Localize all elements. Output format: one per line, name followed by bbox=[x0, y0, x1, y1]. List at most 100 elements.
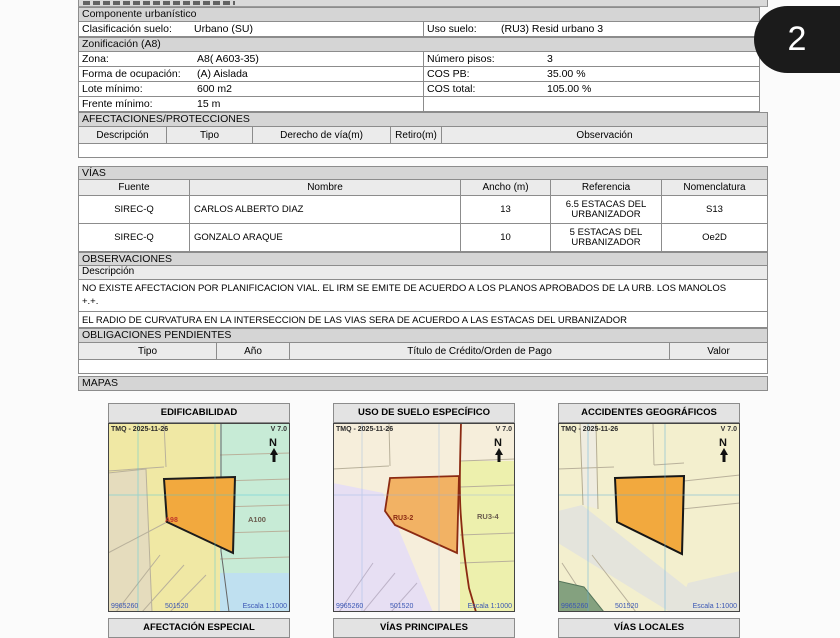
col-referencia: Referencia bbox=[551, 180, 662, 195]
col-tipo: Tipo bbox=[79, 343, 217, 359]
map-title: ACCIDENTES GEOGRÁFICOS bbox=[558, 403, 740, 423]
section-observaciones: OBSERVACIONES Descripción NO EXISTE AFEC… bbox=[78, 252, 768, 328]
observacion-text: EL RADIO DE CURVATURA EN LA INTERSECCION… bbox=[82, 315, 627, 326]
map-stamp: TMQ - 2025-11-26 bbox=[561, 426, 618, 433]
vias-table-header: Fuente Nombre Ancho (m) Referencia Nomen… bbox=[78, 180, 768, 196]
table-row: SIREC-Q GONZALO ARAQUE 10 5 ESTACAS DEL … bbox=[78, 224, 768, 252]
section-title-componente: Componente urbanístico bbox=[78, 7, 760, 22]
col-nombre: Nombre bbox=[190, 180, 461, 195]
north-label: N bbox=[494, 437, 502, 449]
map-panel-accidentes: ACCIDENTES GEOGRÁFICOS TMQ - 2025-11-26 … bbox=[558, 403, 740, 612]
zone-label: A98 bbox=[165, 517, 178, 524]
cell-ancho: 13 bbox=[461, 196, 551, 223]
map-version: V 7.0 bbox=[271, 426, 287, 433]
map-scale: Escala 1:1000 bbox=[243, 603, 287, 610]
section-zonificacion: Zonificación (A8) Zona: A8( A603-35) Núm… bbox=[78, 37, 768, 112]
row-frente-minimo: Frente mínimo: 15 m bbox=[78, 97, 760, 112]
maps-row: EDIFICABILIDAD TMQ - 2025-11-26 V 7.0 N … bbox=[78, 403, 768, 612]
map-coord-y: 9965260 bbox=[336, 603, 363, 610]
map-scale: Escala 1:1000 bbox=[693, 603, 737, 610]
row-zona: Zona: A8( A603-35) Número pisos: 3 bbox=[78, 52, 760, 67]
label-cos-total: COS total: bbox=[427, 83, 476, 95]
map-title-afectacion-especial: AFECTACIÓN ESPECIAL bbox=[108, 618, 290, 638]
value-lote-minimo: 600 m2 bbox=[197, 83, 233, 95]
col-fuente: Fuente bbox=[79, 180, 190, 195]
value-zona: A8( A603-35) bbox=[197, 53, 259, 65]
map-version: V 7.0 bbox=[721, 426, 737, 433]
observacion-item: EL RADIO DE CURVATURA EN LA INTERSECCION… bbox=[78, 312, 768, 328]
label-lote-minimo: Lote mínimo: bbox=[82, 83, 143, 95]
afectaciones-empty-row bbox=[78, 144, 768, 158]
value-forma-ocupacion: (A) Aislada bbox=[197, 68, 248, 80]
map-panel-uso-suelo: USO DE SUELO ESPECÍFICO TMQ - 2025-11-26… bbox=[333, 403, 515, 612]
uso-suelo-map: TMQ - 2025-11-26 V 7.0 N RU3-2 RU3-4 996… bbox=[333, 423, 515, 612]
zone-label: A100 bbox=[248, 515, 266, 524]
label-clasificacion-suelo: Clasificación suelo: bbox=[82, 23, 172, 35]
label-uso-suelo: Uso suelo: bbox=[427, 23, 477, 35]
afectaciones-table-header: Descripción Tipo Derecho de vía(m) Retir… bbox=[78, 127, 768, 144]
cell-fuente: SIREC-Q bbox=[79, 196, 190, 223]
maps-next-row: AFECTACIÓN ESPECIAL VÍAS PRINCIPALES VÍA… bbox=[78, 618, 768, 638]
section-obligaciones: OBLIGACIONES PENDIENTES Tipo Año Título … bbox=[78, 328, 768, 374]
map-title-vias-locales: VÍAS LOCALES bbox=[558, 618, 740, 638]
label-numero-pisos: Número pisos: bbox=[427, 53, 495, 65]
map-stamp: TMQ - 2025-11-26 bbox=[336, 426, 393, 433]
edificabilidad-map: TMQ - 2025-11-26 V 7.0 N A98 A100 996526… bbox=[108, 423, 290, 612]
cell-referencia: 5 ESTACAS DEL URBANIZADOR bbox=[551, 224, 662, 251]
value-cos-total: 105.00 % bbox=[547, 83, 592, 95]
col-descripcion: Descripción bbox=[79, 127, 167, 143]
obligaciones-empty-row bbox=[78, 360, 768, 374]
section-title-obligaciones: OBLIGACIONES PENDIENTES bbox=[78, 328, 768, 343]
label-forma-ocupacion: Forma de ocupación: bbox=[82, 68, 181, 80]
map-scale: Escala 1:1000 bbox=[468, 603, 512, 610]
cell-ancho: 10 bbox=[461, 224, 551, 251]
col-derecho-via: Derecho de vía(m) bbox=[253, 127, 391, 143]
row-clasificacion-uso: Clasificación suelo: Urbano (SU) Uso sue… bbox=[78, 22, 760, 37]
value-frente-minimo: 15 m bbox=[197, 98, 221, 110]
value-uso-suelo: (RU3) Resid urbano 3 bbox=[501, 23, 604, 35]
section-title-afectaciones: AFECTACIONES/PROTECCIONES bbox=[78, 112, 768, 127]
table-row: SIREC-Q CARLOS ALBERTO DIAZ 13 6.5 ESTAC… bbox=[78, 196, 768, 224]
obligaciones-table-header: Tipo Año Título de Crédito/Orden de Pago… bbox=[78, 343, 768, 360]
north-label: N bbox=[719, 437, 727, 449]
map-coord-y: 9965260 bbox=[111, 603, 138, 610]
col-valor: Valor bbox=[707, 345, 730, 357]
observacion-text: NO EXISTE AFECTACION POR PLANIFICACION V… bbox=[82, 283, 727, 294]
document-page: Componente urbanístico Clasificación sue… bbox=[78, 0, 768, 638]
col-tipo: Tipo bbox=[167, 127, 253, 143]
cell-fuente: SIREC-Q bbox=[79, 224, 190, 251]
map-title-vias-principales: VÍAS PRINCIPALES bbox=[333, 618, 515, 638]
label-zona: Zona: bbox=[82, 53, 109, 65]
map-coord-x: 501520 bbox=[165, 603, 188, 610]
col-titulo-credito: Título de Crédito/Orden de Pago bbox=[290, 343, 670, 359]
value-cos-pb: 35.00 % bbox=[547, 68, 586, 80]
cell-nomenclatura: S13 bbox=[706, 203, 723, 215]
cell-referencia: 6.5 ESTACAS DEL URBANIZADOR bbox=[551, 196, 662, 223]
value-clasificacion-suelo: Urbano (SU) bbox=[194, 23, 253, 35]
clipped-text-sliver bbox=[83, 1, 235, 5]
observacion-item: NO EXISTE AFECTACION POR PLANIFICACION V… bbox=[78, 280, 768, 312]
map-version: V 7.0 bbox=[496, 426, 512, 433]
observaciones-subheader: Descripción bbox=[78, 266, 768, 280]
value-numero-pisos: 3 bbox=[547, 53, 553, 65]
col-observacion: Observación bbox=[576, 129, 633, 141]
accidentes-map: TMQ - 2025-11-26 V 7.0 N 9965260 501520 … bbox=[558, 423, 740, 612]
cell-nombre: CARLOS ALBERTO DIAZ bbox=[190, 196, 461, 223]
map-title: EDIFICABILIDAD bbox=[108, 403, 290, 423]
clipped-header-row bbox=[78, 0, 768, 7]
map-stamp: TMQ - 2025-11-26 bbox=[111, 426, 168, 433]
label-cos-pb: COS PB: bbox=[427, 68, 470, 80]
zone-label: RU3-4 bbox=[477, 512, 500, 521]
cell-nombre: GONZALO ARAQUE bbox=[190, 224, 461, 251]
map-coord-x: 501520 bbox=[390, 603, 413, 610]
col-ancho: Ancho (m) bbox=[461, 180, 551, 195]
section-title-vias: VÍAS bbox=[78, 166, 768, 180]
observacion-text-cont: +.+. bbox=[82, 296, 99, 307]
section-title-zonificacion: Zonificación (A8) bbox=[78, 37, 760, 52]
map-panel-edificabilidad: EDIFICABILIDAD TMQ - 2025-11-26 V 7.0 N … bbox=[108, 403, 290, 612]
map-coord-y: 9965260 bbox=[561, 603, 588, 610]
col-nomenclatura: Nomenclatura bbox=[683, 182, 746, 193]
section-title-observaciones: OBSERVACIONES bbox=[78, 252, 768, 266]
row-lote-minimo: Lote mínimo: 600 m2 COS total: 105.00 % bbox=[78, 82, 760, 97]
col-ano: Año bbox=[217, 343, 290, 359]
